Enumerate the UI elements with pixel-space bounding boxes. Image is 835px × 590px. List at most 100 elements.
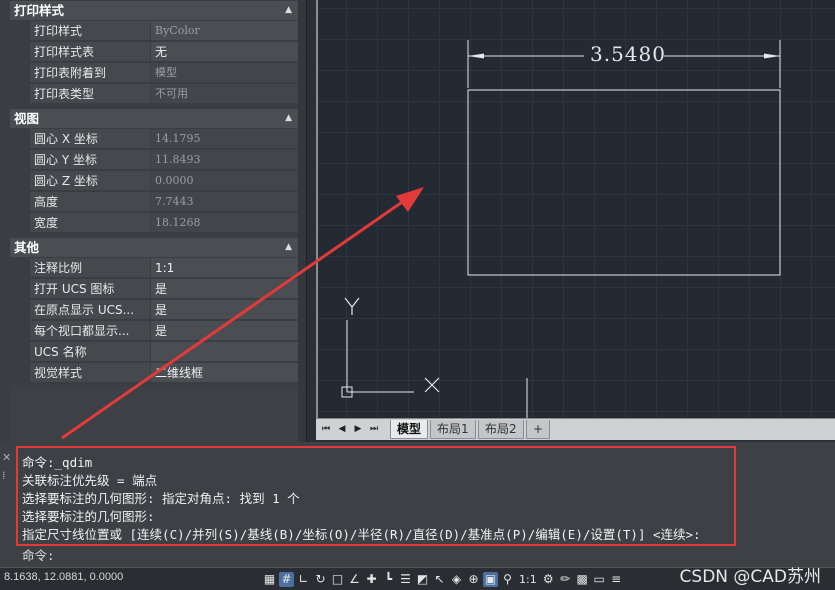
command-window-controls: ✕ ⁞	[2, 452, 14, 482]
annotation-monitor-icon[interactable]: ⊕	[466, 572, 481, 587]
property-row[interactable]: UCS 名称	[10, 342, 298, 363]
section-title: 其他	[14, 240, 40, 255]
property-row[interactable]: 打开 UCS 图标 是	[10, 279, 298, 300]
next-tab-button[interactable]: ▶	[352, 422, 364, 436]
layout-tab-bar: ⏮ ◀ ▶ ⏭ 模型 布局1 布局2 +	[316, 418, 835, 440]
tab-layout2[interactable]: 布局2	[478, 420, 524, 439]
section-title: 打印样式	[14, 3, 65, 18]
property-key: 高度	[30, 192, 150, 212]
status-bar: 8.1638, 12.0881, 0.0000 ▦ # ∟ ↻ □ ∠ ✚ ┗ …	[0, 567, 835, 590]
ortho-icon[interactable]: ∟	[296, 572, 311, 587]
property-key: 打开 UCS 图标	[30, 279, 150, 299]
section-title: 视图	[14, 111, 40, 126]
property-key: 圆心 X 坐标	[30, 129, 150, 149]
property-value[interactable]: 是	[151, 321, 298, 341]
property-row[interactable]: 打印样式 ByColor	[10, 21, 298, 42]
property-row[interactable]: 圆心 X 坐标 14.1795	[10, 129, 298, 150]
workspace-icon[interactable]: ▣	[483, 571, 498, 587]
polar-icon[interactable]: ↻	[313, 572, 328, 587]
clean-screen-icon[interactable]: ▭	[592, 572, 607, 587]
property-key: 在原点显示 UCS...	[30, 300, 150, 320]
ucs-y-glyph	[344, 297, 360, 315]
selection-cycling-icon[interactable]: ↖	[432, 572, 447, 587]
property-key: 圆心 Z 坐标	[30, 171, 150, 191]
property-key: 宽度	[30, 213, 150, 233]
property-value[interactable]: 是	[151, 300, 298, 320]
property-value[interactable]: 二维线框	[151, 363, 298, 383]
property-row[interactable]: 高度 7.7443	[10, 192, 298, 213]
transparency-icon[interactable]: ◩	[415, 572, 430, 587]
property-key: 打印样式表	[30, 42, 150, 62]
properties-palette: 打印样式 ▲ 打印样式 ByColor 打印样式表 无 打印表附着到 模型 打印…	[0, 0, 307, 442]
property-key: 圆心 Y 坐标	[30, 150, 150, 170]
object-snap-icon[interactable]: □	[330, 572, 345, 587]
property-value[interactable]: 1:1	[151, 258, 298, 278]
property-value: 7.7443	[151, 192, 298, 212]
property-row[interactable]: 打印样式表 无	[10, 42, 298, 63]
collapse-icon[interactable]: ▲	[285, 1, 292, 20]
property-row[interactable]: 宽度 18.1268	[10, 213, 298, 234]
property-value: 14.1795	[151, 129, 298, 149]
annotation-visibility-icon[interactable]: ⚲	[500, 572, 515, 587]
prev-tab-button[interactable]: ◀	[336, 422, 348, 436]
section-header-misc[interactable]: 其他 ▲	[10, 238, 298, 257]
property-key: 打印表类型	[30, 84, 150, 104]
property-key: 视觉样式	[30, 363, 150, 383]
settings-gear-icon[interactable]: ⚙	[541, 572, 556, 587]
property-row[interactable]: 圆心 Z 坐标 0.0000	[10, 171, 298, 192]
tab-layout1[interactable]: 布局1	[430, 420, 476, 439]
property-row[interactable]: 打印表类型 不可用	[10, 84, 298, 105]
property-key: 打印样式	[30, 21, 150, 41]
property-key: UCS 名称	[30, 342, 150, 362]
dimension-text[interactable]: 3.5480	[590, 42, 666, 66]
property-row[interactable]: 注释比例 1:1	[10, 258, 298, 279]
property-value[interactable]: 是	[151, 279, 298, 299]
property-row[interactable]: 每个视口都显示... 是	[10, 321, 298, 342]
drawing-canvas[interactable]	[318, 0, 835, 418]
annotation-scale[interactable]: 1:1	[517, 573, 539, 586]
grid-display-icon[interactable]: ▦	[262, 572, 277, 587]
hardware-accel-icon[interactable]: ▩	[575, 572, 590, 587]
property-value: 不可用	[151, 84, 298, 104]
status-toggle-group: ▦ # ∟ ↻ □ ∠ ✚ ┗ ☰ ◩ ↖ ◈ ⊕ ▣ ⚲ 1:1 ⚙ ✏ ▩ …	[262, 570, 624, 588]
dimension-arrow-right	[764, 53, 780, 59]
customize-icon[interactable]: ≡	[609, 572, 624, 587]
close-icon[interactable]: ✕	[2, 452, 14, 464]
collapse-icon[interactable]: ▲	[285, 238, 292, 257]
angle-icon[interactable]: ∠	[347, 572, 362, 587]
snap-grid-icon[interactable]: #	[279, 571, 294, 587]
add-layout-tab[interactable]: +	[526, 420, 551, 439]
section-header-plot-style[interactable]: 打印样式 ▲	[10, 1, 298, 20]
drawing-viewport[interactable]: 3.5480	[316, 0, 835, 418]
property-row[interactable]: 圆心 Y 坐标 11.8493	[10, 150, 298, 171]
highlight-box	[16, 446, 736, 546]
collapse-icon[interactable]: ▲	[285, 109, 292, 128]
dimension-arrow-left	[468, 53, 484, 59]
property-value: 11.8493	[151, 150, 298, 170]
property-row[interactable]: 打印表附着到 模型	[10, 63, 298, 84]
property-key: 每个视口都显示...	[30, 321, 150, 341]
ucs-icon[interactable]: ┗	[381, 572, 396, 587]
property-row[interactable]: 视觉样式 二维线框	[10, 363, 298, 384]
property-value[interactable]: 无	[151, 42, 298, 62]
palette-empty-area	[10, 386, 298, 442]
section-header-view[interactable]: 视图 ▲	[10, 109, 298, 128]
coordinate-readout[interactable]: 8.1638, 12.0881, 0.0000	[4, 571, 123, 583]
property-value[interactable]	[151, 342, 298, 362]
3d-osnap-icon[interactable]: ◈	[449, 572, 464, 587]
last-tab-button[interactable]: ⏭	[368, 422, 380, 436]
isolate-icon[interactable]: ✏	[558, 572, 573, 587]
property-key: 注释比例	[30, 258, 150, 278]
rectangle-entity	[467, 89, 781, 276]
watermark: CSDN @CAD苏州	[679, 567, 821, 587]
lineweight-icon[interactable]: ☰	[398, 572, 413, 587]
first-tab-button[interactable]: ⏮	[320, 422, 332, 436]
grip-icon[interactable]: ⁞	[2, 470, 14, 482]
tab-model[interactable]: 模型	[390, 420, 429, 439]
palette-scrollbar[interactable]	[298, 0, 306, 442]
property-value[interactable]: ByColor	[151, 21, 298, 41]
property-row[interactable]: 在原点显示 UCS... 是	[10, 300, 298, 321]
command-prompt: 命令:	[22, 548, 55, 563]
osnap-track-icon[interactable]: ✚	[364, 572, 379, 587]
property-key: 打印表附着到	[30, 63, 150, 83]
